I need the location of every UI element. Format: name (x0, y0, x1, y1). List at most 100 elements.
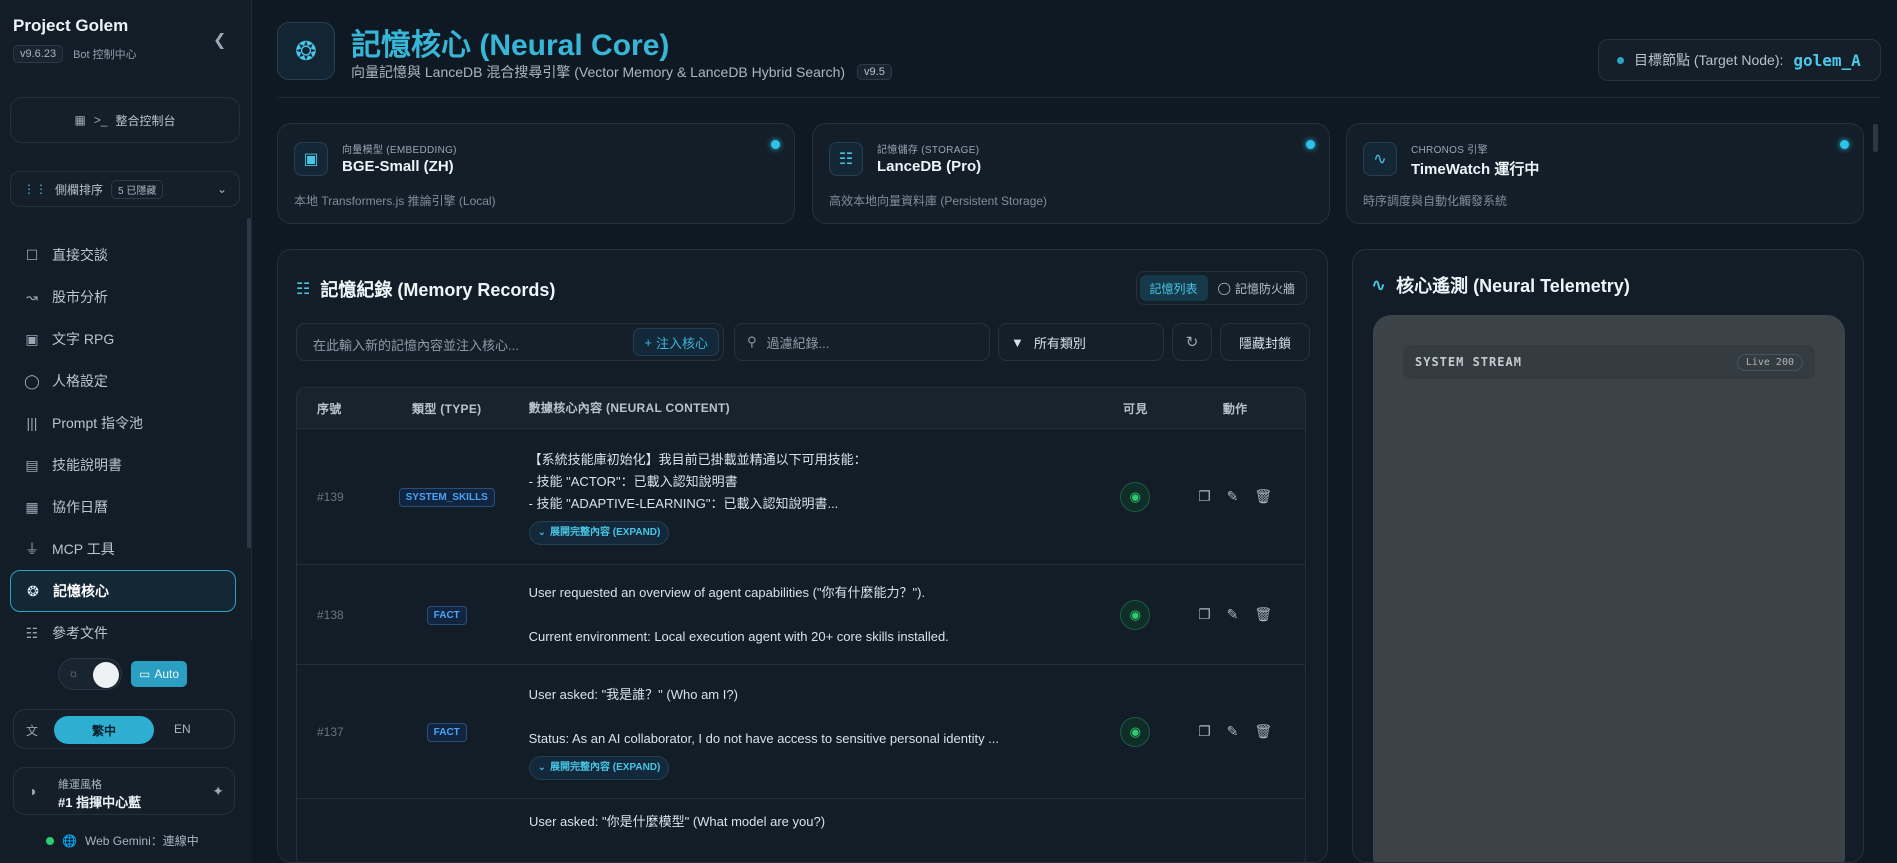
target-node-selector[interactable]: 目標節點 (Target Node): golem_A (1598, 39, 1881, 81)
live-badge: Live 200 (1736, 353, 1803, 371)
table-row: #137 FACT User asked: "我是誰？" (Who am I?)… (297, 664, 1305, 798)
content-line: 【系統技能庫初始化】我目前已掛載並精通以下可用技能： (528, 451, 867, 467)
visibility-toggle[interactable]: ◉ (1120, 716, 1151, 747)
inject-core-button[interactable]: + 注入核心 (633, 328, 719, 356)
category-value: 所有類別 (1033, 335, 1086, 351)
filter-icon: ▼ (1011, 334, 1024, 350)
globe-icon: 🌐 (62, 833, 77, 848)
refresh-button[interactable]: ↻ (1172, 323, 1212, 361)
trash-icon[interactable]: 🗑 (1254, 606, 1272, 623)
expand-label: 展開完整內容 (EXPAND) (549, 761, 661, 773)
chip-icon: ▣ (294, 142, 328, 176)
status-dot (1617, 56, 1624, 64)
type-badge: FACT (426, 722, 467, 742)
filter-placeholder: 過濾紀錄... (766, 335, 830, 351)
system-stream-console[interactable]: SYSTEM STREAM Live 200 (1373, 315, 1845, 862)
expand-button[interactable]: ⌄ 展開完整內容 (EXPAND) (528, 755, 670, 780)
refresh-icon: ↻ (1185, 334, 1199, 351)
stat-card-storage: ☷ 記憶儲存 (STORAGE) LanceDB (Pro) 高效本地向量資料庫… (812, 123, 1330, 224)
sidebar-item-persona[interactable]: ◯ 人格設定 (10, 360, 236, 402)
sidebar-item-memory-core[interactable]: ❂ 記憶核心 (10, 570, 236, 612)
inject-memory-field[interactable]: 在此輸入新的記憶內容並注入核心... + 注入核心 (296, 323, 724, 361)
edit-icon[interactable]: ✎ (1227, 488, 1239, 505)
button-label: 注入核心 (655, 335, 708, 351)
edit-icon[interactable]: ✎ (1227, 723, 1239, 740)
sidebar-item-label: Prompt 指令池 (52, 415, 144, 431)
sidebar-item-label: 直接交談 (52, 247, 108, 263)
database-icon: ☷ (25, 624, 39, 641)
content-line: Status: As an AI collaborator, I do not … (528, 730, 1000, 746)
content-line: User asked: "我是誰？" (Who am I?) (528, 686, 738, 702)
activity-icon: ∿ (1371, 274, 1387, 295)
sidebar-item-calendar[interactable]: ▦ 協作日曆 (10, 486, 236, 528)
theme-auto-button[interactable]: ▭ Auto (131, 661, 188, 687)
expand-button[interactable]: ⌄ 展開完整內容 (EXPAND) (528, 520, 670, 545)
sidebar-item-label: 文字 RPG (52, 331, 115, 347)
main-scrollbar[interactable] (1873, 124, 1878, 152)
trash-icon[interactable]: 🗑 (1254, 723, 1272, 740)
sidebar-item-skills[interactable]: ▤ 技能說明書 (10, 444, 236, 486)
header-divider (277, 97, 1881, 98)
copy-icon[interactable]: ❐ (1198, 723, 1211, 740)
visibility-toggle[interactable]: ◉ (1120, 481, 1151, 512)
connection-label: Web Gemini：連線中 (84, 834, 199, 848)
theme-toggle-knob (93, 662, 119, 688)
memory-view-tabs: 記憶列表 ◯ 記憶防火牆 (1135, 271, 1307, 305)
type-badge: FACT (426, 605, 467, 625)
collapse-sidebar-icon[interactable]: ❮ (213, 30, 226, 50)
memory-records-panel: ☷ 記憶紀錄 (Memory Records) 記憶列表 ◯ 記憶防火牆 在此輸入… (277, 249, 1328, 863)
stat-card-chronos: ∿ CHRONOS 引擎 TimeWatch 運行中 時序調度與自動化觸發系統 (1346, 123, 1864, 224)
console-button[interactable]: ▦ >_ 整合控制台 (10, 97, 240, 143)
status-indicator (1840, 140, 1849, 149)
table-row: User asked: "你是什麼模型" (What model are you… (297, 798, 1305, 858)
row-content: User asked: "我是誰？" (Who am I?) Status: A… (517, 684, 1106, 780)
stat-value: BGE-Small (ZH) (342, 158, 454, 175)
telemetry-panel: ∿ 核心遙測 (Neural Telemetry) SYSTEM STREAM … (1352, 249, 1864, 863)
edit-icon[interactable]: ✎ (1227, 606, 1239, 623)
sidebar-item-rpg[interactable]: ▣ 文字 RPG (10, 318, 236, 360)
category-select[interactable]: ▼ 所有類別 (998, 323, 1164, 361)
filter-records-input[interactable]: ⚲ 過濾紀錄... (734, 323, 990, 361)
style-value: #1 指揮中心藍 (58, 795, 142, 810)
inject-placeholder: 在此輸入新的記憶內容並注入核心... (313, 338, 519, 353)
drag-handle-icon: ⋮⋮ (23, 182, 47, 196)
sidebar-item-prompts[interactable]: ||| Prompt 指令池 (10, 402, 236, 444)
lang-zh-button[interactable]: 繁中 (54, 716, 154, 744)
tab-memory-list[interactable]: 記憶列表 (1139, 275, 1208, 301)
ops-style-selector[interactable]: ◑ 維運風格 #1 指揮中心藍 ✦ (13, 767, 235, 815)
sidebar-footer (0, 640, 252, 863)
sidebar-item-label: 人格設定 (52, 373, 108, 389)
terminal-icon: >_ (93, 113, 108, 127)
sidebar-sort-toggle[interactable]: ⋮⋮ 側欄排序 5 已隱藏 ⌄ (10, 171, 240, 207)
translate-icon: 文 (26, 724, 39, 738)
trash-icon[interactable]: 🗑 (1254, 488, 1272, 505)
sidebar-item-mcp[interactable]: ⏚ MCP 工具 (10, 528, 236, 570)
sidebar-item-stocks[interactable]: ↝ 股市分析 (10, 276, 236, 318)
expand-label: 展開完整內容 (EXPAND) (549, 526, 661, 538)
sidebar-item-chat[interactable]: ☐ 直接交談 (10, 234, 236, 276)
console-label: 整合控制台 (115, 113, 176, 128)
user-icon: ◯ (24, 372, 40, 389)
monitor-icon: ▭ (139, 667, 151, 681)
theme-toggle[interactable]: ☼ (58, 658, 122, 690)
sidebar-item-label: 記憶核心 (53, 583, 109, 599)
copy-icon[interactable]: ❐ (1198, 606, 1211, 623)
brain-icon: ❂ (277, 22, 335, 80)
table-row: #139 SYSTEM_SKILLS 【系統技能庫初始化】我目前已掛載並精通以下… (297, 428, 1305, 564)
lang-en-button[interactable]: EN (174, 722, 191, 736)
theme-auto-label: Auto (154, 667, 180, 681)
tab-memory-firewall[interactable]: ◯ 記憶防火牆 (1210, 275, 1303, 301)
language-switch: 文 繁中 EN (13, 709, 235, 749)
sidebar-item-label: 技能說明書 (52, 457, 122, 473)
sidebar-scrollbar[interactable] (247, 218, 251, 548)
copy-icon[interactable]: ❐ (1198, 488, 1211, 505)
memory-records-title: ☷ 記憶紀錄 (Memory Records) (296, 276, 555, 302)
row-content: User asked: "你是什麼模型" (What model are you… (517, 811, 1107, 833)
hide-sealed-button[interactable]: 隱藏封鎖 (1220, 323, 1310, 361)
memory-table: 序號 類型 (TYPE) 數據核心內容 (NEURAL CONTENT) 可見 … (296, 387, 1306, 862)
chat-icon: ☐ (25, 246, 39, 263)
visibility-toggle[interactable]: ◉ (1120, 599, 1151, 630)
panel-title: 核心遙測 (Neural Telemetry) (1396, 276, 1630, 296)
shield-icon: ◯ (1217, 281, 1231, 295)
grid-icon: ▦ (74, 113, 86, 127)
